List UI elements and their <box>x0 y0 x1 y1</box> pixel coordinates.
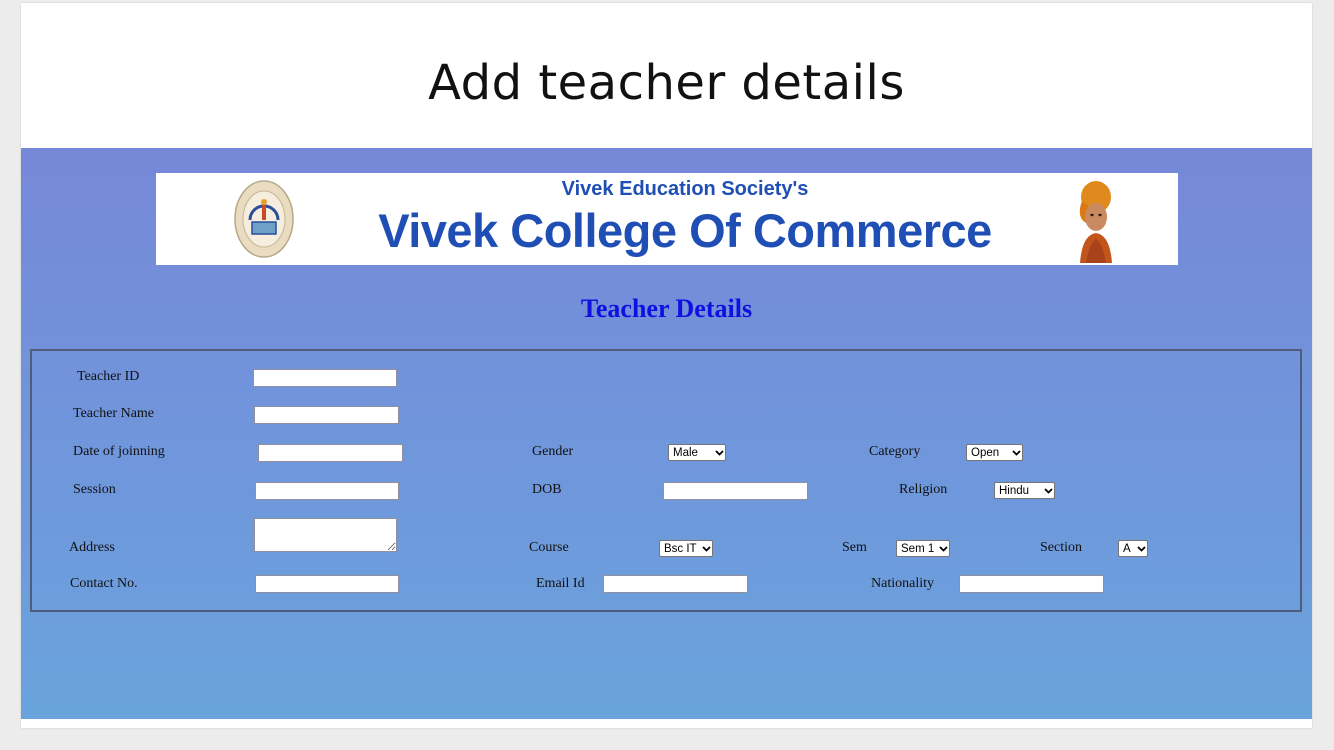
course-selected-value: Bsc IT <box>664 542 697 555</box>
section-select[interactable]: A <box>1118 540 1148 557</box>
dob-label: DOB <box>532 482 562 497</box>
section-selected-value: A <box>1123 542 1131 555</box>
slide-title: Add teacher details <box>428 55 905 111</box>
gender-selected-value: Male <box>673 446 698 459</box>
college-banner: Vivek Education Society's Vivek College … <box>156 173 1178 265</box>
college-name: Vivek College Of Commerce <box>378 204 992 257</box>
chevron-down-icon <box>937 540 949 557</box>
dob-input[interactable] <box>663 482 808 500</box>
chevron-down-icon <box>713 444 725 461</box>
religion-label: Religion <box>899 482 948 497</box>
nationality-label: Nationality <box>871 576 934 591</box>
society-name: Vivek Education Society's <box>561 178 809 200</box>
contact-no-input[interactable] <box>255 575 399 593</box>
date-of-joining-label: Date of joinning <box>73 444 165 459</box>
gender-select[interactable]: Male <box>668 444 726 461</box>
sem-selected-value: Sem 1 <box>901 542 935 555</box>
religion-selected-value: Hindu <box>999 484 1030 497</box>
email-id-input[interactable] <box>603 575 748 593</box>
teacher-id-label: Teacher ID <box>77 369 140 384</box>
chevron-down-icon <box>700 540 712 557</box>
swami-vivekananda-portrait <box>1079 181 1112 263</box>
teacher-name-input[interactable] <box>254 406 399 424</box>
chevron-down-icon <box>1135 540 1147 557</box>
teacher-id-input[interactable] <box>253 369 397 387</box>
religion-select[interactable]: Hindu <box>994 482 1055 499</box>
address-textarea[interactable] <box>254 518 397 552</box>
category-select[interactable]: Open <box>966 444 1023 461</box>
address-label: Address <box>69 540 115 555</box>
form-heading: Teacher Details <box>580 294 753 323</box>
contact-no-label: Contact No. <box>70 576 138 591</box>
category-label: Category <box>869 444 921 459</box>
section-label: Section <box>1040 540 1082 555</box>
presentation-slide: Add teacher details Vivek Education Soci… <box>21 3 1312 728</box>
teacher-name-label: Teacher Name <box>73 406 155 421</box>
gender-label: Gender <box>532 444 574 459</box>
sem-select[interactable]: Sem 1 <box>896 540 950 557</box>
nationality-input[interactable] <box>959 575 1104 593</box>
web-page-screenshot: Vivek Education Society's Vivek College … <box>21 148 1312 719</box>
chevron-down-icon <box>1042 482 1054 499</box>
sem-label: Sem <box>842 540 867 555</box>
course-select[interactable]: Bsc IT <box>659 540 713 557</box>
email-id-label: Email Id <box>536 576 585 591</box>
category-selected-value: Open <box>971 446 1000 459</box>
session-label: Session <box>73 482 116 497</box>
teacher-details-form: Teacher ID Teacher Name Date of joinning… <box>30 349 1302 612</box>
session-input[interactable] <box>255 482 399 500</box>
chevron-down-icon <box>1010 444 1022 461</box>
date-of-joining-input[interactable] <box>258 444 403 462</box>
course-label: Course <box>529 540 569 555</box>
